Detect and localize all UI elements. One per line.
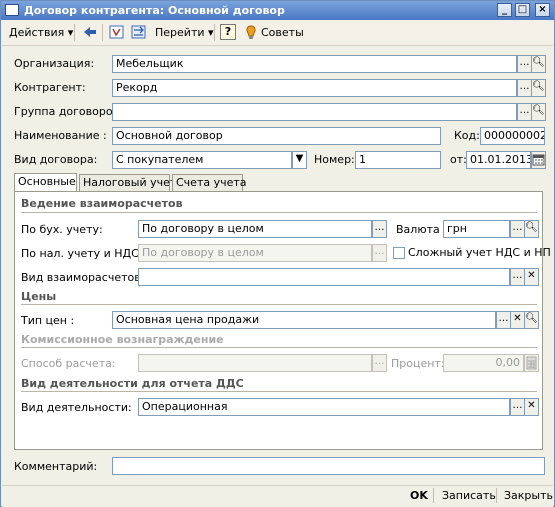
counterparty-select-button[interactable]: … [517,79,532,97]
close-button[interactable]: Закрыть [504,489,553,503]
price-type-select-button[interactable]: … [496,311,511,329]
currency-select-button[interactable]: … [510,220,525,238]
settle-type-field[interactable] [138,268,510,286]
price-type-open-button[interactable]: 🔍︎ [524,311,539,329]
toolbar-separator [496,488,497,503]
acc-label: По бух. учету: [21,223,103,236]
actions-menu[interactable]: Действия ▾ [9,24,73,41]
bottom-bar: OK Записать Закрыть [2,485,553,507]
exchange-icon[interactable] [130,24,148,41]
divider [21,391,537,392]
percent-field: 0,00 [443,354,524,372]
tax-label: По нал. учету и НДС: [21,247,143,260]
complex-vat-label: Сложный учет НДС и НП [408,246,551,259]
currency-open-button[interactable]: 🔍︎ [524,220,539,238]
tax-select-button: … [372,244,387,262]
number-field[interactable]: 1 [355,151,441,169]
save-button[interactable]: Записать [442,489,496,503]
contract-type-field[interactable]: С покупателем [112,151,292,169]
tax-field: По договору в целом [138,244,372,262]
goto-label: Перейти [155,26,205,39]
counterparty-label: Контрагент: [14,81,86,94]
calc-method-label: Способ расчета: [21,357,116,370]
settle-type-label: Вид взаиморасчетов: [21,271,145,284]
currency-label: Валюта : [396,223,447,236]
activity-label: Вид деятельности: [21,401,132,414]
tab-main[interactable]: Основные [14,173,77,192]
comment-field[interactable] [112,457,545,475]
group-open-button[interactable]: 🔍︎ [531,103,546,121]
toolbar-separator [214,24,215,41]
currency-field[interactable]: грн [443,220,510,238]
help-icon[interactable]: ? [220,24,236,40]
comment-label: Комментарий: [14,460,98,473]
price-type-field[interactable]: Основная цена продажи [112,311,496,329]
toolbar: Действия ▾ Перейти ▾ ? Советы [2,21,553,46]
toolbar-separator [433,488,434,503]
divider [21,212,537,213]
actions-label: Действия [9,26,65,39]
toolbar-separator [74,24,75,41]
date-field[interactable]: 01.01.2013 [466,151,531,169]
counterparty-field[interactable]: Рекорд [112,79,517,97]
code-label: Код: [454,129,480,142]
activity-select-button[interactable]: … [510,398,525,416]
settle-type-select-button[interactable]: … [510,268,525,286]
close-window-button[interactable]: × [535,3,550,17]
prices-section-title: Цены [21,290,57,303]
activity-clear-button[interactable]: ✕ [524,398,539,416]
toolbar-separator [102,24,103,41]
calc-method-select-button: … [372,354,387,372]
structure-icon[interactable] [108,24,126,41]
title-bar: Договор контрагента: Основной договор _ … [1,1,554,20]
complex-vat-checkbox[interactable] [393,247,405,259]
settle-type-clear-button[interactable]: ✕ [524,268,539,286]
document-icon [5,4,19,16]
tips-icon[interactable] [242,24,260,41]
commission-section-title: Комиссионное вознаграждение [21,333,224,346]
org-field[interactable]: Мебельщик [112,55,517,73]
percent-label: Процент: [391,357,445,370]
name-label: Наименование : [14,129,107,142]
divider [21,304,537,305]
group-select-button[interactable]: … [517,103,532,121]
contract-type-label: Вид договора: [14,153,98,166]
contract-window: Договор контрагента: Основной договор _ … [0,0,555,507]
acc-field[interactable]: По договору в целом [138,220,372,238]
window-title: Договор контрагента: Основной договор [24,4,285,17]
acc-select-button[interactable]: … [372,220,387,238]
org-label: Организация: [14,57,95,70]
activity-section-title: Вид деятельности для отчета ДДС [21,377,244,390]
tab-tax-accounting[interactable]: Налоговый учет [79,174,176,192]
price-type-label: Тип цен : [21,314,75,327]
org-select-button[interactable]: … [517,55,532,73]
name-field[interactable]: Основной договор [112,127,441,145]
calc-method-field [138,354,372,372]
group-label: Группа договоров: [14,105,123,118]
go-back-icon[interactable] [81,24,99,41]
settlements-section-title: Ведение взаиморасчетов [21,197,183,210]
number-label: Номер: [314,153,355,166]
org-open-button[interactable]: 🔍︎ [531,55,546,73]
calculator-icon [524,354,539,372]
date-label: от: [450,153,467,166]
counterparty-open-button[interactable]: 🔍︎ [531,79,546,97]
price-type-clear-button[interactable]: ✕ [510,311,525,329]
tab-accounts[interactable]: Счета учета [172,174,247,192]
minimize-button[interactable]: _ [497,3,512,17]
calendar-icon[interactable] [531,151,546,169]
divider [21,347,537,348]
tips-button[interactable]: Советы [261,24,304,41]
ok-button[interactable]: OK [410,489,428,503]
contract-type-dropdown[interactable]: ▼ [292,151,307,169]
maximize-button[interactable]: □ [515,3,530,17]
code-field[interactable]: 000000002 [480,127,545,145]
goto-menu[interactable]: Перейти ▾ [155,24,214,41]
activity-field[interactable]: Операционная [138,398,510,416]
group-field[interactable] [112,103,517,121]
